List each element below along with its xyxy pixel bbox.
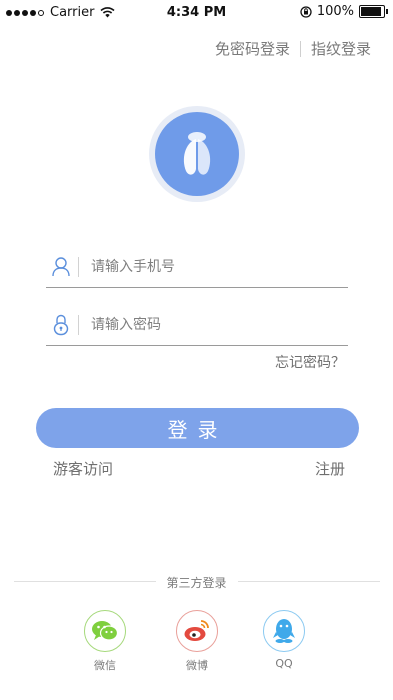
app-logo xyxy=(149,106,245,202)
phone-input[interactable] xyxy=(89,258,323,276)
password-field[interactable] xyxy=(46,305,348,346)
status-bar: Carrier 4:34 PM 100% xyxy=(0,0,393,26)
password-input[interactable] xyxy=(89,316,323,334)
status-right: 100% xyxy=(300,4,388,19)
weibo-label: 微博 xyxy=(186,659,208,672)
user-icon xyxy=(50,254,72,280)
password-free-login-link[interactable]: 免密码登录 xyxy=(215,38,290,59)
third-party-title: 第三方登录 xyxy=(166,576,227,590)
cicada-icon xyxy=(155,112,239,196)
wechat-icon[interactable] xyxy=(84,610,126,652)
field-divider xyxy=(78,315,79,335)
qq-label: QQ xyxy=(275,657,293,670)
qq-icon[interactable] xyxy=(263,610,305,652)
phone-field[interactable] xyxy=(46,247,348,288)
lock-icon xyxy=(50,312,72,338)
wechat-label: 微信 xyxy=(94,659,116,672)
wechat-login-button[interactable]: 微信 xyxy=(83,610,127,673)
login-button[interactable]: 登录 xyxy=(36,408,359,448)
weibo-icon[interactable] xyxy=(176,610,218,652)
fingerprint-login-link[interactable]: 指纹登录 xyxy=(311,38,371,59)
qq-login-button[interactable]: QQ xyxy=(262,610,306,670)
orientation-lock-icon xyxy=(300,5,312,18)
field-divider xyxy=(78,257,79,277)
divider xyxy=(299,40,301,57)
top-links: 免密码登录 指纹登录 xyxy=(215,38,371,59)
battery-percent: 100% xyxy=(316,4,354,19)
forgot-password-link[interactable]: 忘记密码？ xyxy=(275,352,345,372)
weibo-login-button[interactable]: 微博 xyxy=(175,610,219,673)
battery-icon xyxy=(359,5,388,18)
guest-access-link[interactable]: 游客访问 xyxy=(53,458,113,479)
register-link[interactable]: 注册 xyxy=(315,458,345,479)
